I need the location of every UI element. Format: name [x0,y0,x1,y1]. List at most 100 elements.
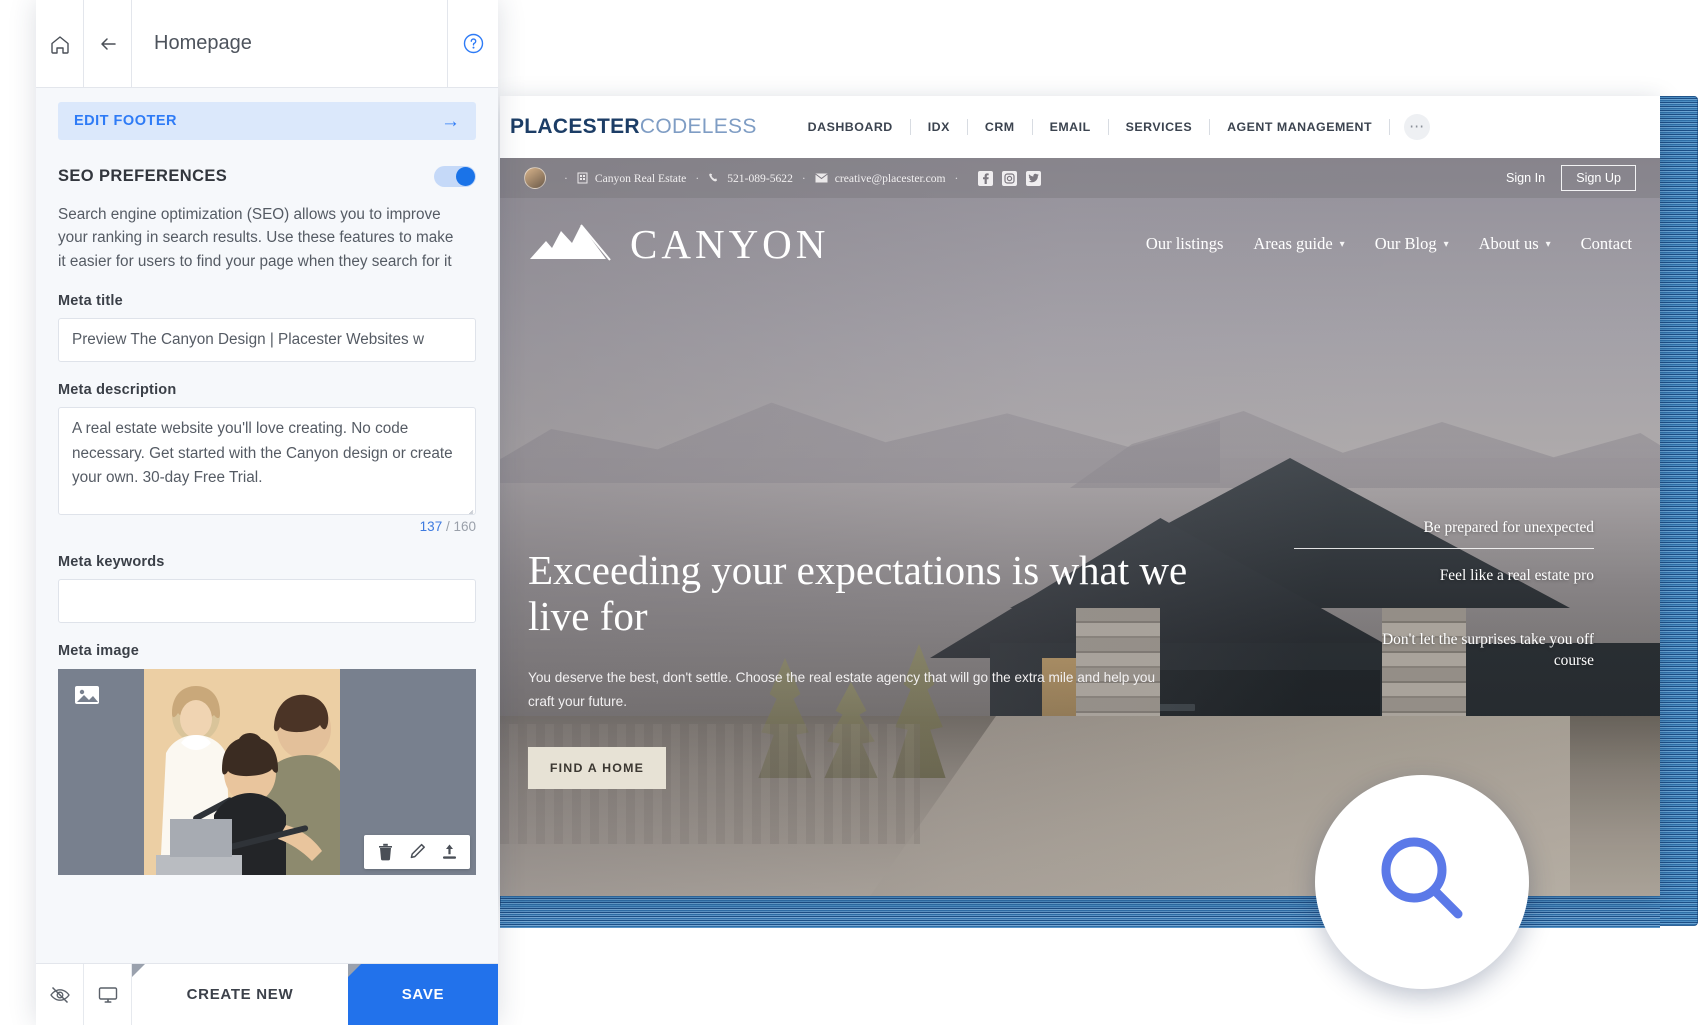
counter-separator: / [442,518,454,534]
page-title: Homepage [132,0,448,87]
nav-divider [1389,119,1391,135]
placester-logo[interactable]: PLACESTERCODELESS [510,115,757,139]
seo-preferences-header: SEO PREFERENCES [58,166,476,187]
create-new-label: CREATE NEW [186,986,294,1003]
seo-section-title: SEO PREFERENCES [58,167,228,185]
sign-in-link[interactable]: Sign In [1506,171,1545,185]
instagram-icon[interactable] [1002,170,1018,186]
dot-separator: · [695,171,700,185]
upload-icon[interactable] [434,837,464,867]
seo-toggle[interactable] [434,166,476,187]
site-logo[interactable]: CANYON [528,220,829,268]
eye-off-icon[interactable] [36,964,84,1025]
pencil-icon[interactable] [402,837,432,867]
save-button[interactable]: SAVE [348,964,498,1025]
menu-item-our-blog[interactable]: Our Blog ▾ [1375,234,1449,254]
edit-footer-label: EDIT FOOTER [74,113,177,129]
create-new-button[interactable]: CREATE NEW [132,964,348,1025]
dot-separator: · [954,171,959,185]
site-hero: · Canyon Real Estate · 521-089-5622 · cr… [500,158,1660,896]
nav-item-dashboard[interactable]: DASHBOARD [791,120,910,134]
company-name: Canyon Real Estate [594,171,687,185]
avatar [524,167,546,189]
resize-handle[interactable] [461,501,474,514]
meta-image-label: Meta image [58,642,139,659]
meta-keywords-input[interactable] [58,578,476,623]
search-magnifier-badge[interactable] [1315,775,1529,989]
nav-item-idx[interactable]: IDX [911,120,967,134]
nav-item-services[interactable]: SERVICES [1109,120,1209,134]
editor-bottom-bar: CREATE NEW SAVE [36,963,498,1025]
ellipsis-icon[interactable]: ⋯ [1404,114,1431,140]
nav-item-crm[interactable]: CRM [968,120,1032,134]
chevron-down-icon: ▾ [1339,238,1345,250]
meta-description-textarea[interactable]: A real estate website you'll love creati… [58,406,476,515]
brand-light: CODELESS [639,115,757,138]
meta-description-counter: 137 / 160 [58,519,476,534]
menu-item-our-listings[interactable]: Our listings [1146,234,1223,254]
editor-content: EDIT FOOTER → SEO PREFERENCES Search eng… [36,88,498,963]
help-circle-icon[interactable] [448,0,498,87]
site-logo-text: CANYON [630,221,830,267]
menu-item-contact[interactable]: Contact [1581,234,1632,254]
meta-image-action-bar [364,834,470,869]
sign-up-button[interactable]: Sign Up [1561,165,1636,191]
seo-description: Search engine optimization (SEO) allows … [58,206,454,270]
meta-image-thumbnail [144,668,340,875]
hero-copy: Exceeding your expectations is what we l… [528,547,1208,790]
menu-label: Our Blog [1374,234,1437,253]
corner-fold [132,964,145,977]
auth-actions: Sign In Sign Up [1506,165,1636,191]
facebook-icon[interactable] [978,170,994,186]
phone-number: 521-089-5622 [727,171,793,185]
building-icon [577,172,588,184]
dot-separator: · [801,171,806,185]
search-icon [1370,828,1474,937]
hero-annotation-2: Feel like a real estate pro [1439,567,1594,584]
menu-label: Contact [1580,234,1632,253]
phone-icon [708,172,720,184]
nav-item-agent-management[interactable]: AGENT MANAGEMENT [1210,120,1389,134]
meta-description-value: A real estate website you'll love creati… [72,419,453,487]
editor-toolbar: Homepage [36,0,498,88]
email-info[interactable]: creative@placester.com [814,172,946,185]
meta-keywords-field-group: Meta keywords [58,554,476,623]
find-a-home-button[interactable]: FIND A HOME [528,747,666,790]
meta-image-preview[interactable] [58,668,476,875]
counter-max: 160 [453,518,476,534]
hero-annotation-1: Be prepared for unexpected [1423,519,1595,536]
meta-title-input[interactable]: Preview The Canyon Design | Placester We… [58,317,476,362]
envelope-icon [814,173,828,183]
meta-description-label: Meta description [58,381,177,398]
website-preview-card: PLACESTERCODELESS DASHBOARD IDX CRM EMAI… [500,96,1660,896]
save-label: SAVE [401,986,445,1003]
monitor-icon[interactable] [84,964,132,1025]
corner-fold [348,964,361,977]
site-utility-bar: · Canyon Real Estate · 521-089-5622 · cr… [500,158,1660,198]
counter-current: 137 [419,518,443,534]
mountain-logo-icon [528,221,612,268]
site-main-menu: Our listings Areas guide ▾ Our Blog ▾ Abou… [1146,234,1632,254]
hero-headline: Exceeding your expectations is what we l… [528,547,1188,639]
hero-annotation-3: Don't let the surprises take you off cou… [1382,631,1594,669]
arrow-right-icon: → [441,110,460,132]
menu-label: About us [1478,234,1539,253]
twitter-icon[interactable] [1026,170,1042,186]
company-info: Canyon Real Estate [577,172,686,185]
placester-app-nav: PLACESTERCODELESS DASHBOARD IDX CRM EMAI… [500,96,1660,158]
meta-image-field-group: Meta image [58,643,476,659]
trash-icon[interactable] [370,837,400,867]
dot-separator: · [564,171,568,185]
home-icon[interactable] [36,0,84,87]
phone-info[interactable]: 521-089-5622 [708,172,793,185]
back-button[interactable] [84,0,132,87]
screenshot-root: PLACESTERCODELESS DASHBOARD IDX CRM EMAI… [0,0,1705,1025]
hero-body-text: You deserve the best, don't settle. Choo… [528,669,1156,709]
edit-footer-button[interactable]: EDIT FOOTER → [58,102,476,140]
site-header: CANYON Our listings Areas guide ▾ Our Blo… [500,198,1660,290]
annotation-underline [1294,548,1594,549]
menu-item-areas-guide[interactable]: Areas guide ▾ [1253,234,1344,254]
nav-item-email[interactable]: EMAIL [1033,120,1108,134]
menu-item-about-us[interactable]: About us ▾ [1479,234,1551,254]
page-editor-panel: Homepage EDIT FOOTER → SEO PREFERENCES S… [36,0,498,1025]
